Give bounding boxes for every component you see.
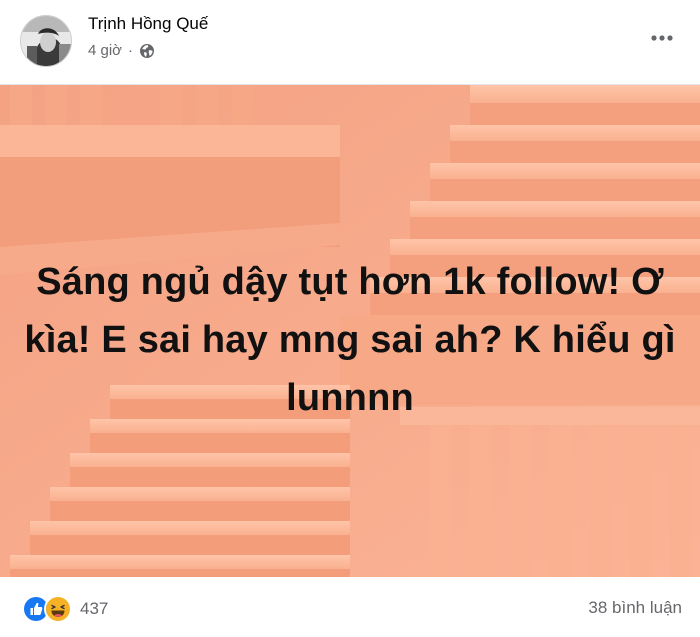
- post-image-text: Sáng ngủ dậy tụt hơn 1k follow! Ơ kìa! E…: [24, 261, 676, 419]
- post-image[interactable]: Sáng ngủ dậy tụt hơn 1k follow! Ơ kìa! E…: [0, 85, 700, 577]
- comment-count-link[interactable]: 38 bình luận: [588, 598, 682, 618]
- post-header: Trịnh Hồng Quế 4 giờ ·: [0, 0, 700, 85]
- globe-icon[interactable]: [139, 43, 155, 59]
- more-horizontal-icon: [651, 35, 673, 41]
- meta-separator: ·: [128, 42, 134, 59]
- post-time[interactable]: 4 giờ: [88, 42, 122, 59]
- more-options-button[interactable]: [648, 24, 676, 52]
- facebook-post: Trịnh Hồng Quế 4 giờ · Sáng ngủ dậy tụt …: [0, 0, 700, 637]
- post-footer: 437 38 bình luận: [0, 577, 700, 637]
- post-meta: 4 giờ ·: [88, 42, 155, 59]
- avatar-photo-icon: [21, 16, 71, 66]
- author-name[interactable]: Trịnh Hồng Quế: [88, 14, 208, 34]
- haha-icon: [44, 595, 72, 623]
- author-avatar[interactable]: [20, 15, 72, 67]
- reactions-summary[interactable]: 437: [22, 595, 108, 623]
- reaction-count: 437: [80, 599, 109, 618]
